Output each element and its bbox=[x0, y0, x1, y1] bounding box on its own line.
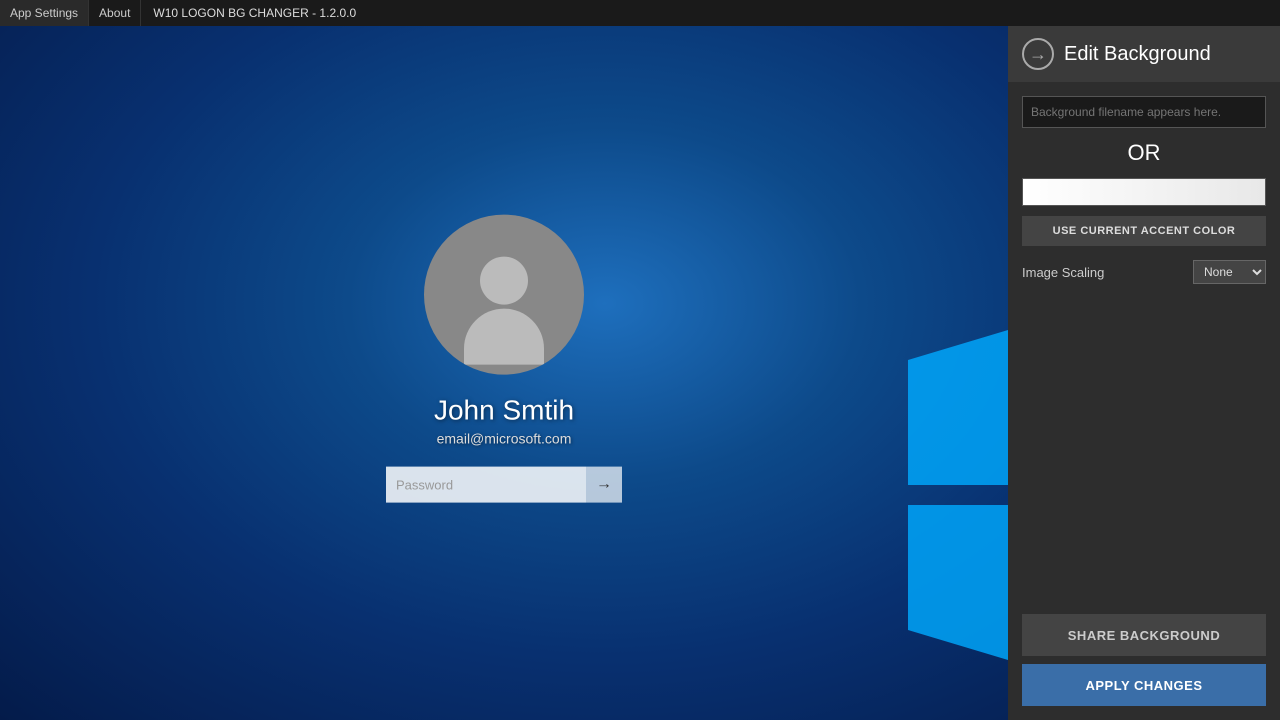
password-submit-button[interactable]: → bbox=[586, 467, 622, 503]
apply-changes-button[interactable]: APPLY CHANGES bbox=[1022, 664, 1266, 706]
right-panel: 🔒 Lock Windows ✎ Edit Background → Edit … bbox=[1008, 0, 1280, 720]
panel-title-text: Edit Background bbox=[1064, 43, 1211, 66]
windows-logo bbox=[798, 330, 1008, 660]
or-divider: OR bbox=[1022, 140, 1266, 166]
share-background-button[interactable]: SHARE BACKGROUND bbox=[1022, 614, 1266, 656]
avatar-person bbox=[464, 257, 544, 375]
panel-footer: SHARE BACKGROUND APPLY CHANGES bbox=[1008, 604, 1280, 720]
image-scaling-row: Image Scaling None Fill Fit Stretch Tile… bbox=[1022, 260, 1266, 284]
panel-content: OR USE CURRENT ACCENT COLOR Image Scalin… bbox=[1008, 82, 1280, 350]
avatar-head bbox=[480, 257, 528, 305]
password-input[interactable] bbox=[386, 467, 586, 503]
avatar bbox=[424, 215, 584, 375]
image-scaling-select[interactable]: None Fill Fit Stretch Tile Center bbox=[1193, 260, 1266, 284]
color-picker-bar[interactable] bbox=[1022, 178, 1266, 206]
user-email: email@microsoft.com bbox=[437, 431, 572, 447]
about-label: About bbox=[99, 6, 130, 20]
about-menu[interactable]: About bbox=[89, 0, 141, 26]
avatar-body bbox=[464, 309, 544, 365]
password-row: → bbox=[386, 467, 622, 503]
app-title: W10 LOGON BG CHANGER - 1.2.0.0 bbox=[141, 0, 368, 26]
app-settings-menu[interactable]: App Settings bbox=[0, 0, 89, 26]
user-name: John Smtih bbox=[434, 395, 574, 427]
login-ui: John Smtih email@microsoft.com → bbox=[386, 215, 622, 503]
image-scaling-label: Image Scaling bbox=[1022, 265, 1104, 280]
app-settings-label: App Settings bbox=[10, 6, 78, 20]
background-filename-input[interactable] bbox=[1022, 96, 1266, 128]
preview-area: John Smtih email@microsoft.com → bbox=[0, 26, 1008, 720]
panel-spacer bbox=[1008, 350, 1280, 604]
panel-title-icon: → bbox=[1022, 38, 1054, 70]
use-accent-color-button[interactable]: USE CURRENT ACCENT COLOR bbox=[1022, 216, 1266, 246]
titlebar: App Settings About W10 LOGON BG CHANGER … bbox=[0, 0, 1280, 26]
panel-title-row: → Edit Background bbox=[1008, 26, 1280, 82]
